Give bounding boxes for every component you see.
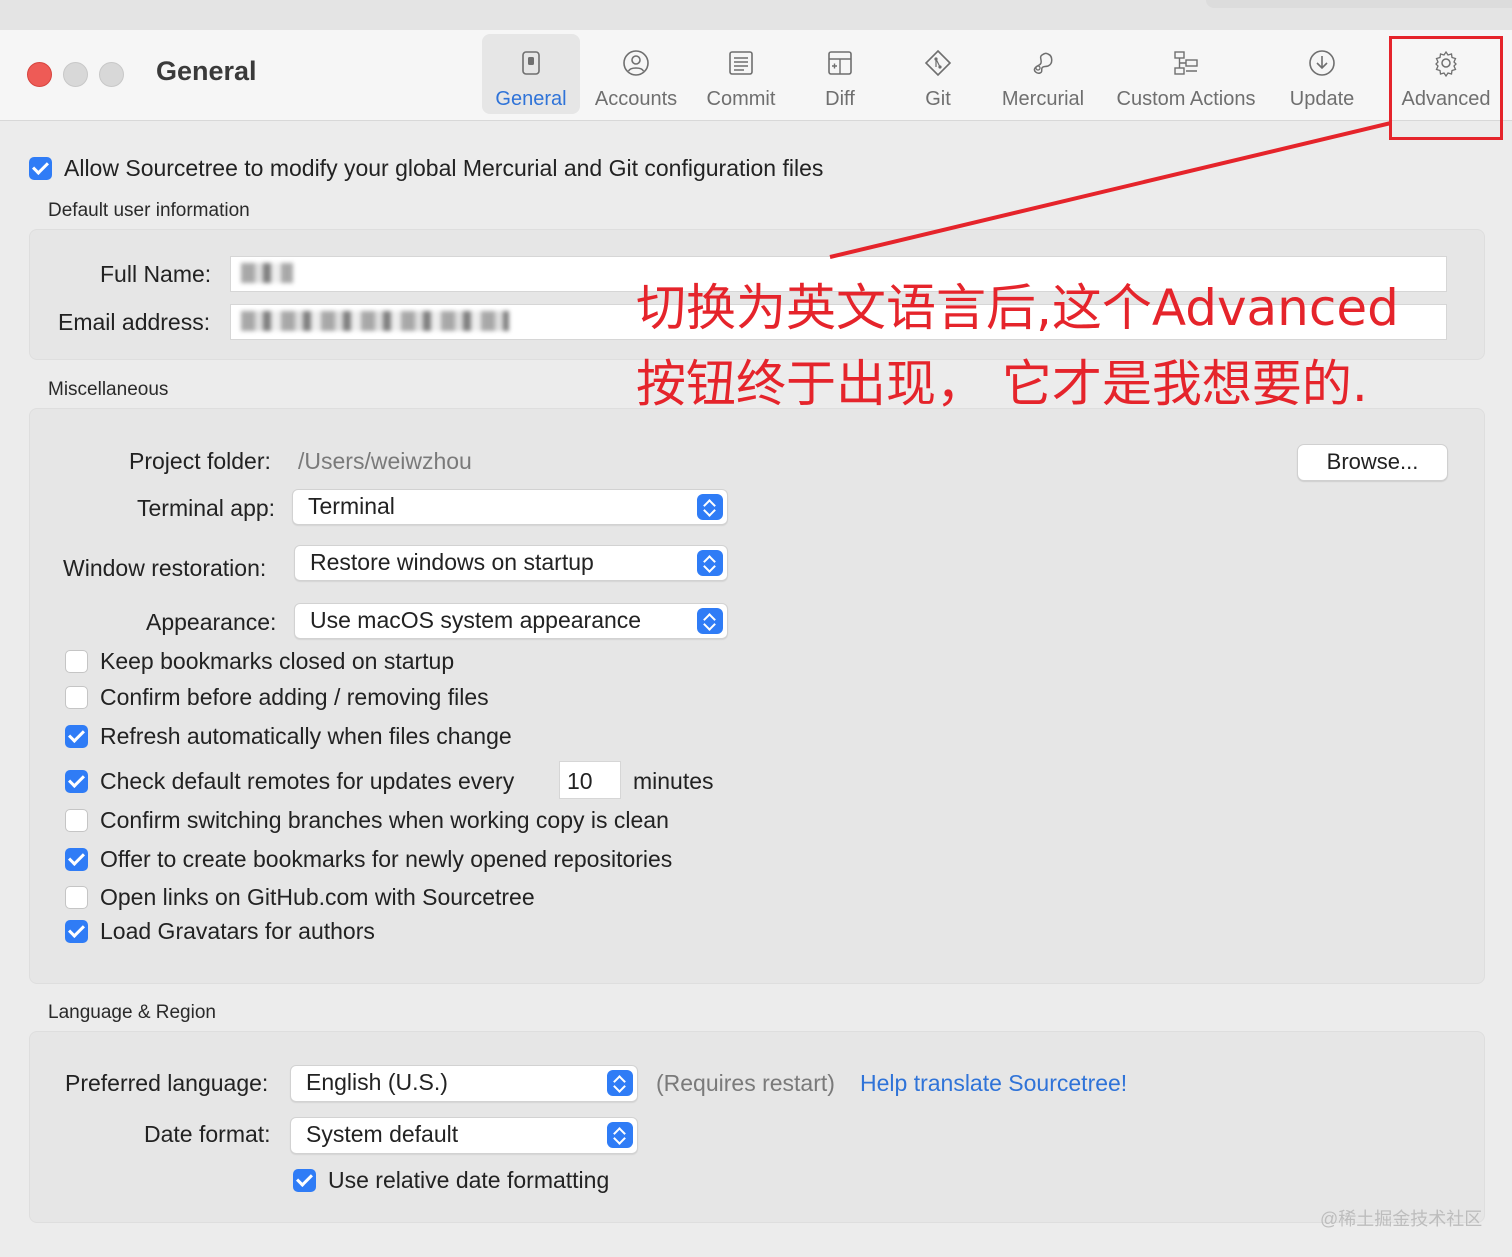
keep-bookmarks-closed-checkbox[interactable]	[65, 650, 88, 673]
confirm-switching-branches-checkbox[interactable]	[65, 809, 88, 832]
tab-custom-actions[interactable]: Custom Actions	[1108, 34, 1264, 114]
tab-label: Git	[925, 88, 951, 110]
option-label: Keep bookmarks closed on startup	[100, 648, 455, 674]
download-icon	[1309, 50, 1335, 76]
chevron-updown-icon	[697, 608, 723, 634]
tab-label: Custom Actions	[1116, 88, 1256, 110]
chevron-updown-icon	[697, 494, 723, 520]
misc-heading: Miscellaneous	[48, 379, 169, 400]
full-name-label: Full Name:	[100, 261, 212, 287]
tab-label: Commit	[706, 88, 776, 110]
requires-restart-note: (Requires restart)	[656, 1070, 835, 1096]
appearance-select-value: Use macOS system appearance	[310, 607, 642, 633]
window-restoration-label: Window restoration:	[63, 555, 267, 581]
confirm-add-remove-checkbox[interactable]	[65, 686, 88, 709]
terminal-select-value: Terminal	[308, 493, 395, 519]
help-translate-link[interactable]: Help translate Sourcetree!	[860, 1070, 1127, 1097]
mercurial-icon	[1033, 52, 1053, 74]
option-label: Open links on GitHub.com with Sourcetree	[100, 884, 535, 910]
diff-icon	[828, 51, 852, 75]
watermark: @稀土掘金技术社区	[1320, 1209, 1483, 1229]
language-heading: Language & Region	[48, 1002, 216, 1023]
offer-bookmarks-checkbox[interactable]	[65, 848, 88, 871]
date-format-label: Date format:	[144, 1121, 271, 1147]
date-format-select[interactable]: System default	[290, 1117, 638, 1154]
background-window-strip	[0, 0, 1512, 31]
tab-accounts[interactable]: Accounts	[588, 34, 684, 114]
tab-label: Accounts	[594, 88, 678, 110]
tab-commit[interactable]: Commit	[698, 34, 784, 114]
tab-git[interactable]: Git	[900, 34, 976, 114]
option-label: Check default remotes for updates every	[100, 768, 515, 794]
user-info-heading: Default user information	[48, 200, 250, 221]
chevron-updown-icon	[697, 550, 723, 576]
preferred-language-value: English (U.S.)	[306, 1069, 448, 1095]
load-gravatars-checkbox[interactable]	[65, 920, 88, 943]
update-interval-input[interactable]: 10	[559, 761, 621, 799]
email-label: Email address:	[58, 309, 211, 335]
tab-label: General	[495, 88, 567, 110]
appearance-label: Appearance:	[146, 609, 277, 635]
check-remotes-checkbox[interactable]	[65, 770, 88, 793]
tab-label: Update	[1289, 88, 1355, 110]
open-github-links-checkbox[interactable]	[65, 886, 88, 909]
option-label: Confirm before adding / removing files	[100, 684, 489, 710]
tab-mercurial[interactable]: Mercurial	[996, 34, 1090, 114]
annotation-text-line2: 按钮终于出现， 它才是我想要的.	[636, 355, 1368, 413]
project-folder-label: Project folder:	[129, 448, 271, 474]
annotation-highlight-box	[1389, 36, 1503, 140]
chevron-updown-icon	[607, 1070, 633, 1096]
relative-date-checkbox[interactable]	[293, 1169, 316, 1192]
annotation-text-line1: 切换为英文语言后,这个Advanced	[636, 279, 1399, 337]
redacted-value	[241, 263, 293, 283]
global-config-checkbox[interactable]	[29, 157, 52, 180]
user-circle-icon	[623, 50, 649, 76]
tab-label: Diff	[825, 88, 855, 110]
git-icon	[924, 49, 952, 77]
document-icon	[729, 51, 753, 75]
browse-button[interactable]: Browse...	[1297, 444, 1448, 481]
tab-update[interactable]: Update	[1280, 34, 1364, 114]
terminal-select[interactable]: Terminal	[292, 489, 728, 525]
relative-date-label: Use relative date formatting	[328, 1167, 610, 1193]
tab-label: Mercurial	[1001, 88, 1085, 110]
tab-general[interactable]: General	[482, 34, 580, 114]
preferred-language-select[interactable]: English (U.S.)	[290, 1065, 638, 1102]
redacted-value	[241, 311, 509, 331]
project-folder-value: /Users/weiwzhou	[298, 448, 472, 474]
window-title: General	[156, 56, 257, 86]
preferred-language-label: Preferred language:	[65, 1070, 269, 1096]
refresh-automatically-checkbox[interactable]	[65, 725, 88, 748]
custom-actions-icon	[1174, 51, 1198, 75]
update-interval-unit: minutes	[633, 768, 714, 794]
appearance-select[interactable]: Use macOS system appearance	[294, 603, 728, 639]
option-label: Load Gravatars for authors	[100, 918, 375, 944]
date-format-value: System default	[306, 1121, 459, 1147]
zoom-button[interactable]	[99, 62, 124, 87]
chevron-updown-icon	[607, 1122, 633, 1148]
toggle-icon	[522, 51, 540, 75]
window-restoration-select[interactable]: Restore windows on startup	[294, 545, 728, 581]
close-button[interactable]	[27, 62, 52, 87]
terminal-label: Terminal app:	[137, 495, 276, 521]
option-label: Confirm switching branches when working …	[100, 807, 669, 833]
global-config-label: Allow Sourcetree to modify your global M…	[64, 155, 824, 181]
minimize-button[interactable]	[63, 62, 88, 87]
tab-diff[interactable]: Diff	[800, 34, 880, 114]
option-label: Refresh automatically when files change	[100, 723, 512, 749]
option-label: Offer to create bookmarks for newly open…	[100, 846, 673, 872]
window-restoration-select-value: Restore windows on startup	[310, 549, 594, 575]
